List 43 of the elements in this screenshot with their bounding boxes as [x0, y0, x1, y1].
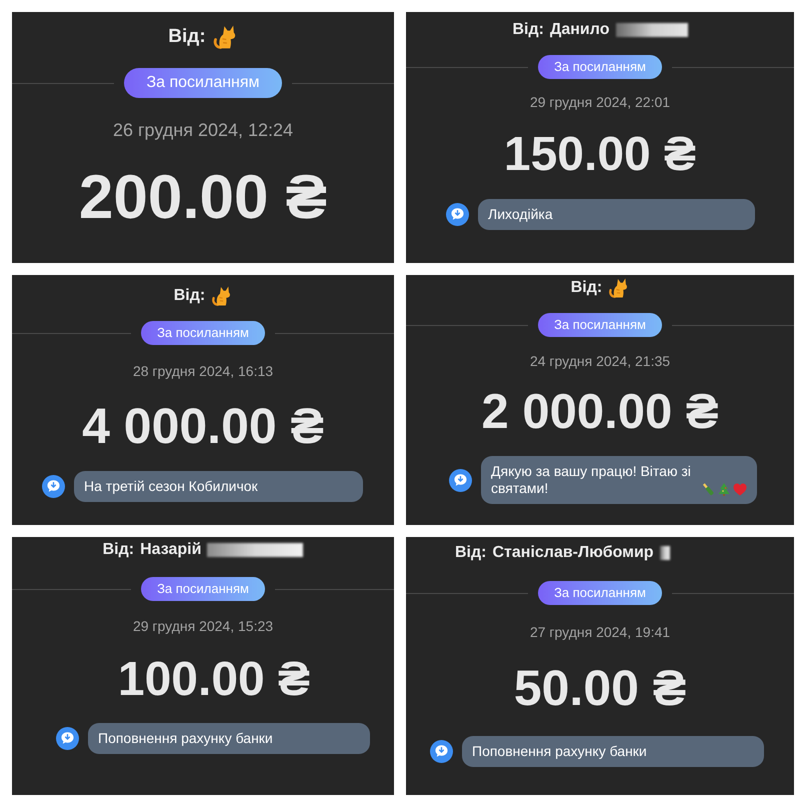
- sender-label: Від:: [455, 543, 486, 563]
- sender-name: Назарій: [140, 540, 202, 560]
- sender-label: Від:: [174, 286, 206, 306]
- message-icon: [446, 203, 469, 226]
- sender-label: Від:: [168, 25, 206, 48]
- payment-amount: 2 000.00 ₴: [481, 387, 719, 437]
- christmas-tree-icon: [717, 482, 731, 496]
- cat-icon: [212, 24, 238, 48]
- cat-icon: [211, 286, 232, 306]
- payment-amount: 4 000.00 ₴: [82, 401, 324, 451]
- payment-amount: 200.00 ₴: [78, 167, 328, 229]
- payment-method-badge: За посиланням: [538, 313, 662, 337]
- bottle-icon: [701, 482, 715, 496]
- message-text: Поповнення рахунку банки: [98, 730, 273, 747]
- payment-method-badge: За посиланням: [538, 55, 662, 79]
- payment-date: 27 грудня 2024, 19:41: [530, 623, 670, 641]
- message-icon: [449, 468, 472, 492]
- sender-name: Данило: [550, 20, 610, 40]
- payment-method-badge: За посиланням: [141, 321, 265, 345]
- message-text: Поповнення рахунку банки: [472, 743, 647, 760]
- message-text: Дякую за вашу працю! Вітаю зі святами!: [491, 463, 692, 497]
- sender-label: Від:: [102, 540, 134, 560]
- message-icon: [56, 727, 79, 750]
- payment-method-badge: За посиланням: [538, 581, 662, 605]
- payment-date: 28 грудня 2024, 16:13: [132, 362, 274, 380]
- message-text: Лиходійка: [488, 206, 553, 223]
- payment-method-badge: За посиланням: [124, 68, 282, 98]
- message-icon: [42, 475, 65, 498]
- heart-icon: [733, 482, 747, 496]
- sender-label: Від:: [512, 20, 544, 40]
- message-text: На третій сезон Кобиличок: [84, 478, 258, 495]
- payment-method-badge: За посиланням: [141, 577, 265, 601]
- payment-amount: 150.00 ₴: [504, 131, 696, 179]
- payment-date: 29 грудня 2024, 15:23: [132, 617, 274, 635]
- sender-label: Від:: [570, 278, 602, 298]
- payment-date: 29 грудня 2024, 22:01: [530, 93, 670, 111]
- payment-amount: 100.00 ₴: [118, 656, 310, 704]
- payment-date: 24 грудня 2024, 21:35: [530, 352, 670, 370]
- payment-date: 26 грудня 2024, 12:24: [112, 120, 294, 140]
- message-icon: [430, 740, 453, 763]
- cat-icon: [608, 278, 630, 298]
- payment-amount: 50.00 ₴: [514, 663, 686, 713]
- sender-name: Станіслав-Любомир: [492, 543, 654, 563]
